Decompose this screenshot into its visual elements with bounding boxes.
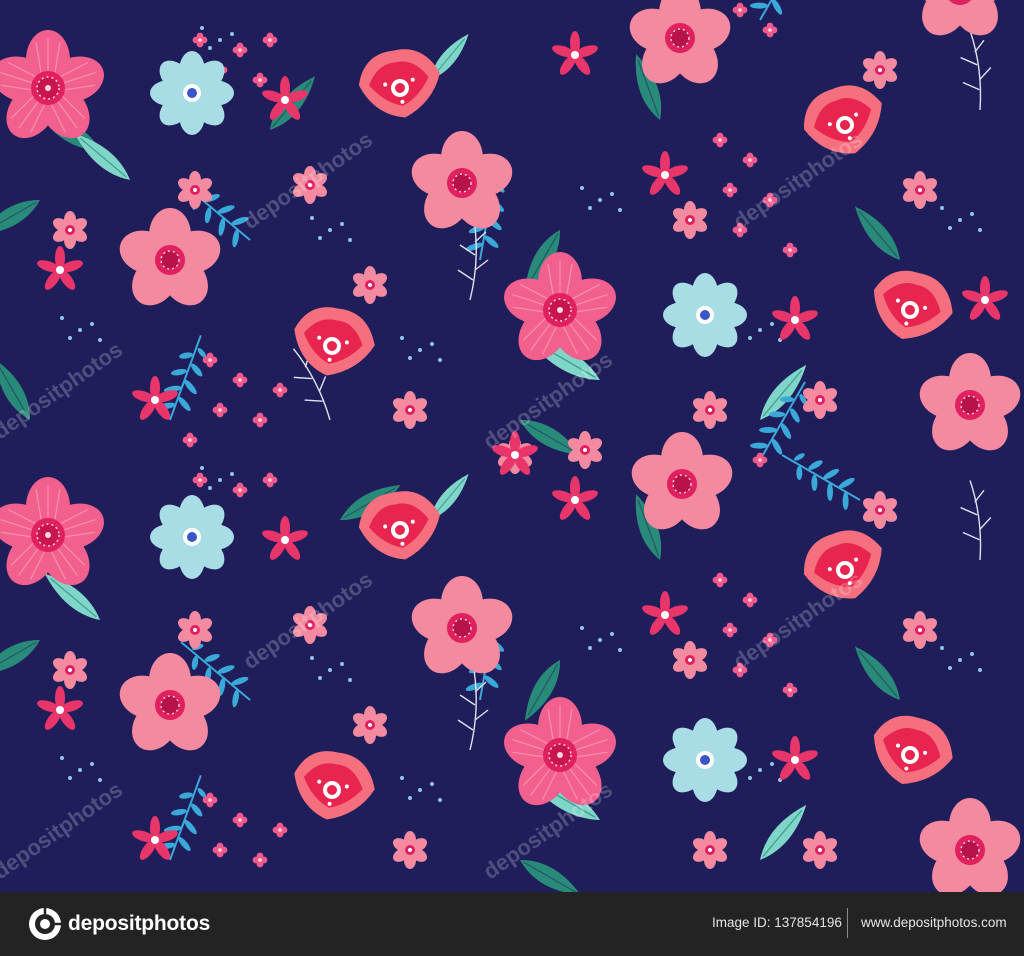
depositphotos-logo[interactable]: depositphotos (28, 906, 210, 942)
camera-aperture-icon (29, 908, 61, 940)
footer-divider (847, 908, 848, 938)
brand-name: depositphotos (68, 912, 211, 935)
stock-footer-bar: depositphotos Image ID: 137854196 www.de… (0, 892, 1024, 956)
floral-pattern-image: depositphotos depositphotos depositphoto… (0, 0, 1024, 892)
site-url-link[interactable]: www.depositphotos.com (861, 915, 1007, 930)
image-id-text: Image ID: 137854196 (712, 915, 842, 930)
